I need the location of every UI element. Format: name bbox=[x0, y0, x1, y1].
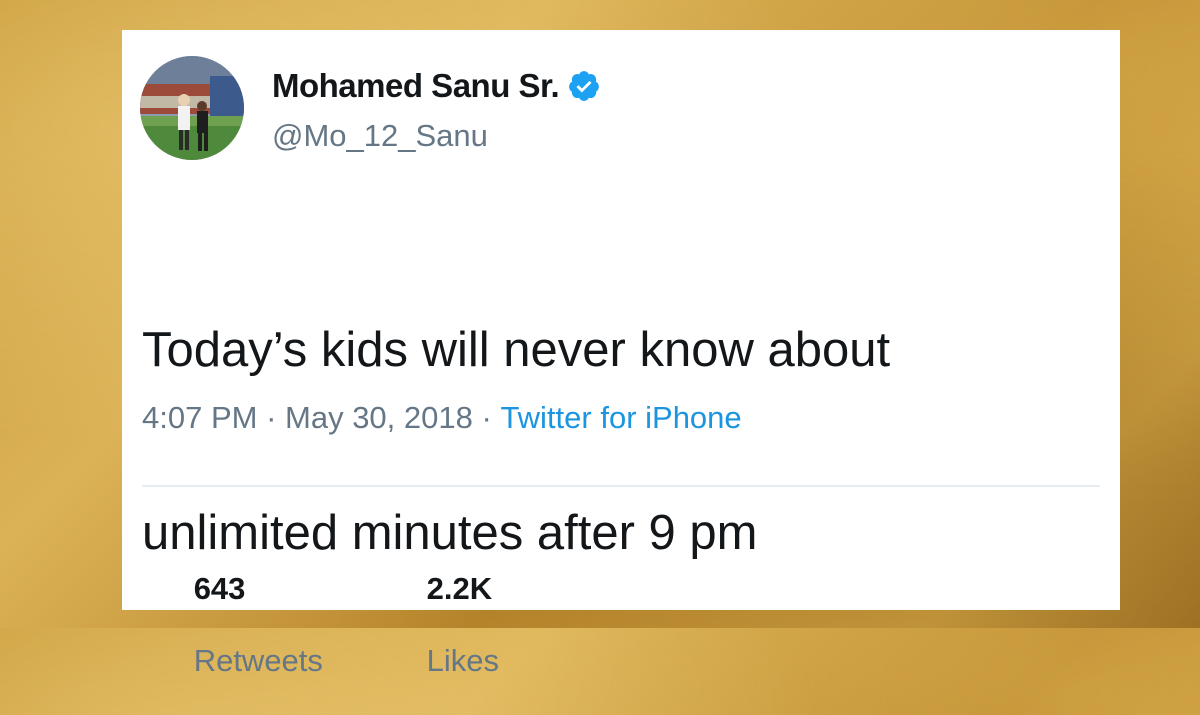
tweet-time[interactable]: 4:07 PM bbox=[142, 400, 257, 436]
avatar[interactable] bbox=[140, 56, 244, 160]
avatar-image bbox=[140, 56, 244, 160]
meta-separator: · bbox=[472, 400, 501, 435]
author-display-name[interactable]: Mohamed Sanu Sr. bbox=[272, 67, 560, 105]
tweet-meta: 4:07 PM · May 30, 2018 · Twitter for iPh… bbox=[142, 400, 742, 436]
tweet-source-link[interactable]: Twitter for iPhone bbox=[500, 400, 741, 436]
likes-label: Likes bbox=[426, 643, 499, 678]
retweets-count: 643 bbox=[193, 571, 246, 606]
author-handle[interactable]: @Mo_12_Sanu bbox=[272, 118, 488, 154]
tweet-text-line: Today’s kids will never know about bbox=[142, 323, 891, 377]
tweet-card: Mohamed Sanu Sr. @Mo_12_Sanu Today’s kid… bbox=[122, 30, 1120, 678]
retweets-stat[interactable]: 643 Retweets bbox=[142, 535, 323, 715]
likes-stat[interactable]: 2.2K Likes bbox=[375, 535, 499, 715]
divider bbox=[142, 485, 1100, 487]
retweets-label: Retweets bbox=[193, 643, 323, 678]
verified-badge-icon bbox=[567, 69, 601, 103]
author-name-row[interactable]: Mohamed Sanu Sr. bbox=[272, 66, 601, 106]
tweet-stats: 643 Retweets 2.2K Likes bbox=[142, 535, 499, 715]
likes-count: 2.2K bbox=[426, 571, 493, 606]
tweet-date[interactable]: May 30, 2018 bbox=[285, 400, 473, 436]
meta-separator: · bbox=[257, 400, 286, 435]
